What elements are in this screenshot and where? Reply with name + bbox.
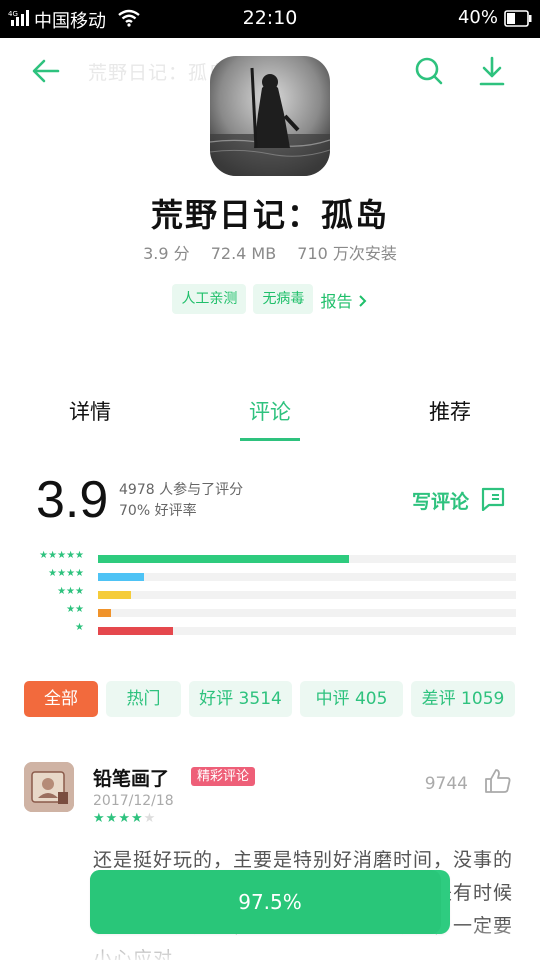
average-score: 3.9 — [36, 471, 109, 529]
app-meta: 3.9 分 72.4 MB 710 万次安装 — [0, 240, 540, 264]
filter-hot[interactable]: 热门 — [106, 681, 181, 717]
install-progress-button[interactable]: 97.5% — [90, 870, 450, 934]
star-empty-icon: ★ — [143, 811, 157, 826]
review-user-name[interactable]: 铅笔画了 — [93, 764, 169, 791]
tag-virus-free: 无病毒 — [253, 284, 314, 314]
tab-underline — [240, 438, 300, 441]
star-icon: ★ — [130, 811, 144, 826]
four-stars-icon: ★★★★ — [48, 568, 84, 579]
review-rating-stars: ★★★★★ — [93, 811, 156, 826]
rating-track — [98, 573, 516, 581]
write-review-button[interactable]: 写评论 — [412, 487, 469, 514]
star-icon: ★ — [105, 811, 119, 826]
comment-icon[interactable] — [480, 487, 506, 511]
review-date: 2017/12/18 — [93, 793, 174, 809]
one-star-icon: ★ — [75, 622, 84, 633]
app-tags: 人工亲测 无病毒 报告 — [0, 284, 540, 314]
rating-track — [98, 609, 516, 617]
back-arrow-icon[interactable] — [30, 56, 62, 86]
rating-track — [98, 591, 516, 599]
rating-track — [98, 627, 516, 635]
app-icon — [210, 56, 330, 176]
five-stars-icon: ★★★★★ — [39, 550, 84, 561]
rating-bar-3 — [98, 591, 132, 599]
search-icon[interactable] — [414, 56, 444, 86]
report-link[interactable]: 报告 — [320, 284, 367, 314]
three-stars-icon: ★★★ — [57, 586, 84, 597]
tag-tested: 人工亲测 — [172, 284, 247, 314]
thumbs-up-icon[interactable] — [484, 768, 512, 794]
app-size: 72.4 MB — [210, 244, 277, 263]
rating-row-3: ★★★ — [0, 586, 540, 602]
tab-reviews[interactable]: 评论 — [210, 396, 330, 426]
screen: 4G 中国移动 22:10 40% 荒野日记：孤岛 荒野日记：孤岛 3.9 分 … — [0, 0, 540, 960]
filter-negative[interactable]: 差评 1059 — [411, 681, 515, 717]
rating-bar-2 — [98, 609, 111, 617]
filter-neutral[interactable]: 中评 405 — [300, 681, 403, 717]
rating-row-5: ★★★★★ — [0, 550, 540, 566]
star-icon: ★ — [118, 811, 131, 826]
rating-bar-5 — [98, 555, 349, 563]
app-installs: 710 万次安装 — [297, 244, 397, 263]
download-icon[interactable] — [478, 55, 506, 87]
battery-icon — [504, 10, 532, 27]
featured-badge: 精彩评论 — [191, 767, 256, 786]
rating-bar-1 — [98, 627, 174, 635]
good-rate: 70% 好评率 — [119, 503, 197, 519]
install-progress-label: 97.5% — [238, 890, 302, 914]
star-icon: ★ — [93, 811, 106, 826]
filter-all[interactable]: 全部 — [24, 681, 98, 717]
rating-row-1: ★ — [0, 622, 540, 638]
rating-row-2: ★★ — [0, 604, 540, 620]
tab-recommend[interactable]: 推荐 — [390, 396, 510, 426]
tab-bar: 详情 评论 推荐 — [0, 396, 540, 442]
like-count: 9744 — [424, 774, 468, 794]
app-rating: 3.9 分 — [143, 244, 190, 263]
rating-participants: 4978 人参与了评分 — [119, 482, 244, 498]
status-bar: 4G 中国移动 22:10 40% — [0, 0, 540, 38]
rating-bar-4 — [98, 573, 144, 581]
rating-track — [98, 555, 516, 563]
tab-details[interactable]: 详情 — [30, 396, 150, 426]
avatar[interactable] — [24, 762, 74, 812]
report-label: 报告 — [320, 292, 353, 311]
rating-row-4: ★★★★ — [0, 568, 540, 584]
chevron-right-icon — [358, 295, 366, 307]
nav-title: 荒野日记：孤岛 — [88, 62, 229, 84]
battery-percent: 40% — [457, 7, 498, 28]
app-name: 荒野日记：孤岛 — [150, 196, 389, 234]
filter-positive[interactable]: 好评 3514 — [189, 681, 292, 717]
two-stars-icon: ★★ — [66, 604, 84, 615]
